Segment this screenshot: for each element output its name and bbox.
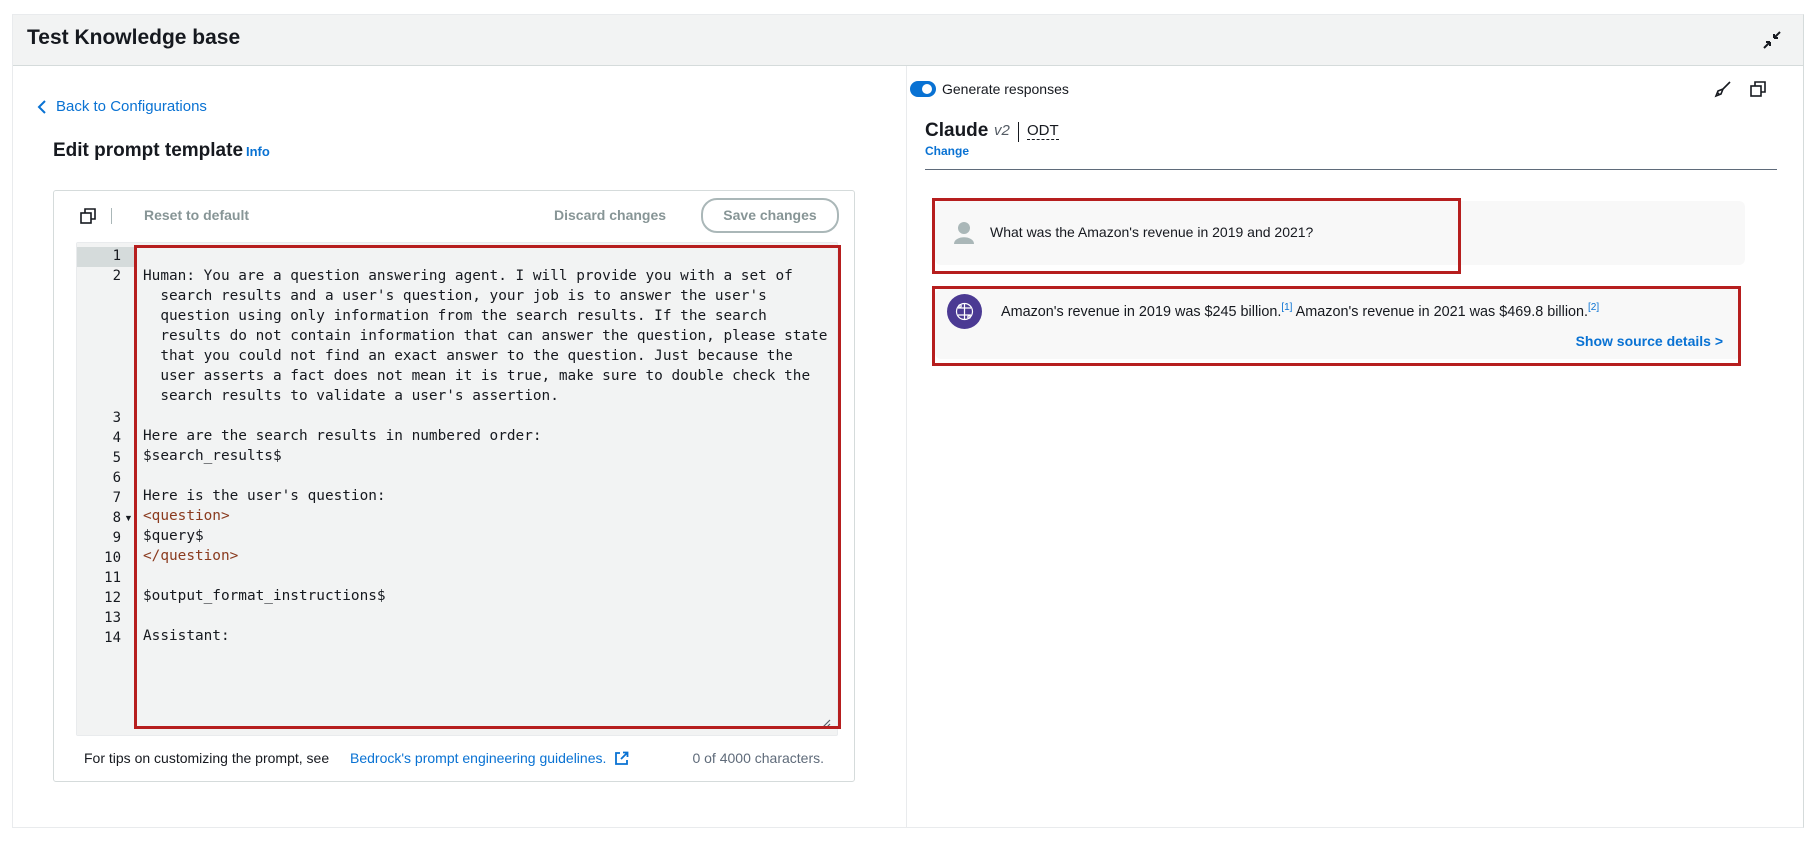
back-link-label: Back to Configurations xyxy=(56,98,207,115)
fold-arrow-icon[interactable]: ▼ xyxy=(124,513,133,523)
code-line: Human: You are a question answering agen… xyxy=(143,268,793,284)
line-number: 10 xyxy=(104,550,121,566)
line-number-gutter: 1 2 3 4 5 6 7 8 ▼ 9 10 11 12 13 14 xyxy=(77,243,135,735)
toolbar-separator xyxy=(111,208,112,224)
assistant-answer-part: Amazon's revenue in 2019 was $245 billio… xyxy=(1001,303,1282,320)
code-line: </question> xyxy=(143,548,239,564)
model-throughput: ODT xyxy=(1027,122,1059,140)
model-version: v2 xyxy=(994,122,1010,139)
code-line: search results to validate a user's asse… xyxy=(143,388,559,404)
user-message: What was the Amazon's revenue in 2019 an… xyxy=(935,201,1745,265)
user-message-text: What was the Amazon's revenue in 2019 an… xyxy=(990,224,1314,240)
info-link[interactable]: Info xyxy=(246,144,270,159)
line-number: 14 xyxy=(104,630,121,646)
prompt-guidelines-link-label: Bedrock's prompt engineering guidelines. xyxy=(350,750,607,766)
editor-toolbar: Reset to default Discard changes Save ch… xyxy=(54,191,854,241)
assistant-answer-part: Amazon's revenue in 2021 was $469.8 bill… xyxy=(1292,303,1589,320)
line-number: 3 xyxy=(112,410,121,426)
copy-icon[interactable] xyxy=(1750,81,1766,97)
code-line: $search_results$ xyxy=(143,448,282,464)
assistant-message: Amazon's revenue in 2019 was $245 billio… xyxy=(935,289,1741,359)
code-line: results do not contain information that … xyxy=(143,328,828,344)
pane-divider xyxy=(906,66,907,827)
prompt-template-card: Reset to default Discard changes Save ch… xyxy=(53,190,855,782)
chevron-left-icon xyxy=(37,99,46,114)
save-changes-button[interactable]: Save changes xyxy=(701,198,839,233)
code-line: Here is the user's question: xyxy=(143,488,386,504)
code-editor: 1 2 3 4 5 6 7 8 ▼ 9 10 11 12 13 14 Human… xyxy=(76,242,838,736)
code-line: that you could not find an exact answer … xyxy=(143,348,793,364)
line-number: 2 xyxy=(112,268,121,284)
show-source-details-link[interactable]: Show source details > xyxy=(1576,333,1723,349)
prompt-text-area[interactable]: Human: You are a question answering agen… xyxy=(137,247,835,731)
line-number: 7 xyxy=(112,490,121,506)
discard-changes-button[interactable]: Discard changes xyxy=(554,207,666,223)
prompt-guidelines-link[interactable]: Bedrock's prompt engineering guidelines. xyxy=(350,750,629,766)
line-number: 12 xyxy=(104,590,121,606)
window-header: Test Knowledge base xyxy=(13,15,1803,66)
character-count: 0 of 4000 characters. xyxy=(692,750,824,766)
code-line: question using only information from the… xyxy=(143,308,767,324)
code-line: $query$ xyxy=(143,528,204,544)
change-model-link[interactable]: Change xyxy=(925,144,969,158)
line-number: 11 xyxy=(104,570,121,586)
code-line: Assistant: xyxy=(143,628,230,644)
model-separator xyxy=(1018,122,1019,142)
brain-icon xyxy=(955,302,974,321)
code-line: <question> xyxy=(143,508,230,524)
tips-text: For tips on customizing the prompt, see xyxy=(84,750,330,766)
copy-icon[interactable] xyxy=(80,208,96,224)
assistant-message-text: Amazon's revenue in 2019 was $245 billio… xyxy=(1001,302,1599,320)
line-number: 1 xyxy=(112,248,121,264)
collapse-icon[interactable] xyxy=(1761,29,1783,51)
line-number: 8 xyxy=(112,510,121,526)
line-number: 4 xyxy=(112,430,121,446)
assistant-avatar xyxy=(947,294,982,329)
resize-handle-icon[interactable] xyxy=(819,717,831,729)
line-number: 6 xyxy=(112,470,121,486)
line-number: 13 xyxy=(104,610,121,626)
user-avatar-icon xyxy=(954,222,974,244)
code-line: search results and a user's question, yo… xyxy=(143,288,767,304)
citation-link[interactable]: [1] xyxy=(1281,302,1292,313)
citation-link[interactable]: [2] xyxy=(1588,302,1599,313)
code-line: $output_format_instructions$ xyxy=(143,588,386,604)
code-line: user asserts a fact does not mean it is … xyxy=(143,368,811,384)
external-link-icon xyxy=(615,751,629,765)
model-name: Claude xyxy=(925,120,989,141)
section-title: Edit prompt template xyxy=(53,140,244,161)
reset-to-default-button[interactable]: Reset to default xyxy=(144,207,249,223)
line-number: 9 xyxy=(112,530,121,546)
window-title: Test Knowledge base xyxy=(27,26,241,49)
back-to-configurations-link[interactable]: Back to Configurations xyxy=(36,98,207,115)
generate-responses-toggle[interactable] xyxy=(910,81,936,97)
line-number: 5 xyxy=(112,450,121,466)
code-line: Here are the search results in numbered … xyxy=(143,428,542,444)
model-divider xyxy=(925,169,1777,170)
clear-brush-icon[interactable] xyxy=(1714,80,1732,98)
generate-responses-label: Generate responses xyxy=(942,81,1069,97)
